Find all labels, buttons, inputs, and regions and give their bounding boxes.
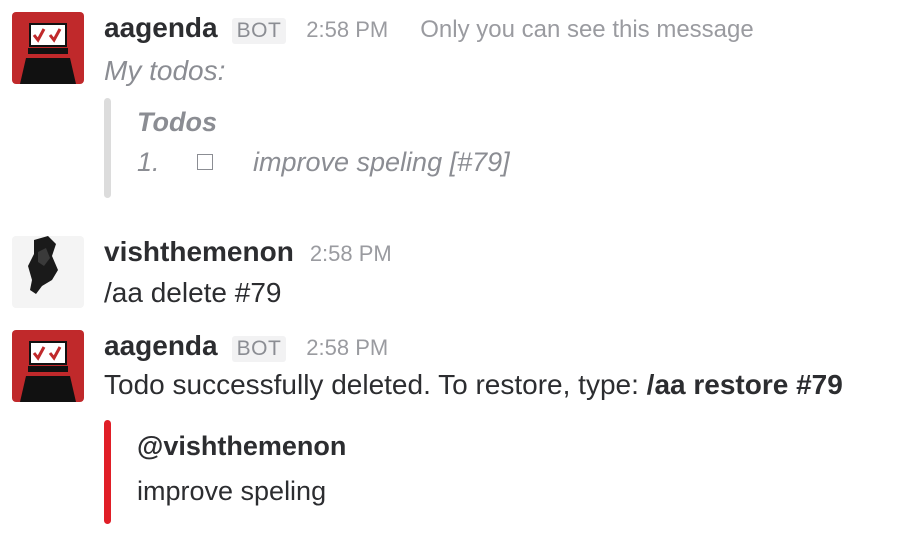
attachment-bar: [104, 420, 111, 524]
message-bot-deleted: aagenda BOT 2:58 PM Todo successfully de…: [0, 330, 918, 530]
aagenda-avatar[interactable]: [12, 330, 84, 402]
sender-name[interactable]: vishthemenon: [104, 236, 294, 268]
message-bot-todos: aagenda BOT 2:58 PM Only you can see thi…: [0, 12, 918, 202]
message-user-command: vishthemenon 2:58 PM /aa delete #79: [0, 236, 918, 316]
bot-badge: BOT: [231, 18, 287, 44]
attachment-body: improve speling: [137, 476, 327, 506]
attachment-title: Todos: [137, 107, 217, 137]
attachment-author[interactable]: @vishthemenon: [137, 426, 346, 466]
todo-item: 1. improve speling [#79]: [137, 142, 510, 182]
restore-command: /aa restore #79: [646, 369, 843, 400]
message-text: /aa delete #79: [104, 277, 282, 308]
message-text-prefix: Todo successfully deleted. To restore, t…: [104, 369, 647, 400]
attachment-bar: [104, 98, 111, 198]
message-text: Todo successfully deleted. To restore, t…: [104, 366, 918, 404]
todo-attachment: Todos 1. improve speling [#79]: [104, 98, 510, 198]
sender-name[interactable]: aagenda: [104, 330, 218, 362]
timestamp[interactable]: 2:58 PM: [310, 241, 392, 267]
ephemeral-note: Only you can see this message: [420, 16, 754, 43]
bot-badge: BOT: [231, 336, 287, 362]
checkbox-icon[interactable]: [197, 154, 213, 170]
deleted-todo-attachment: @vishthemenon improve speling: [104, 420, 346, 524]
timestamp[interactable]: 2:58 PM: [306, 335, 388, 361]
message-text: My todos:: [104, 55, 226, 86]
user-avatar[interactable]: [12, 236, 84, 308]
aagenda-avatar[interactable]: [12, 12, 84, 84]
sender-name[interactable]: aagenda: [104, 12, 218, 44]
todo-text: improve speling [#79]: [253, 147, 510, 177]
timestamp[interactable]: 2:58 PM: [306, 17, 388, 43]
todo-number: 1.: [137, 147, 160, 177]
